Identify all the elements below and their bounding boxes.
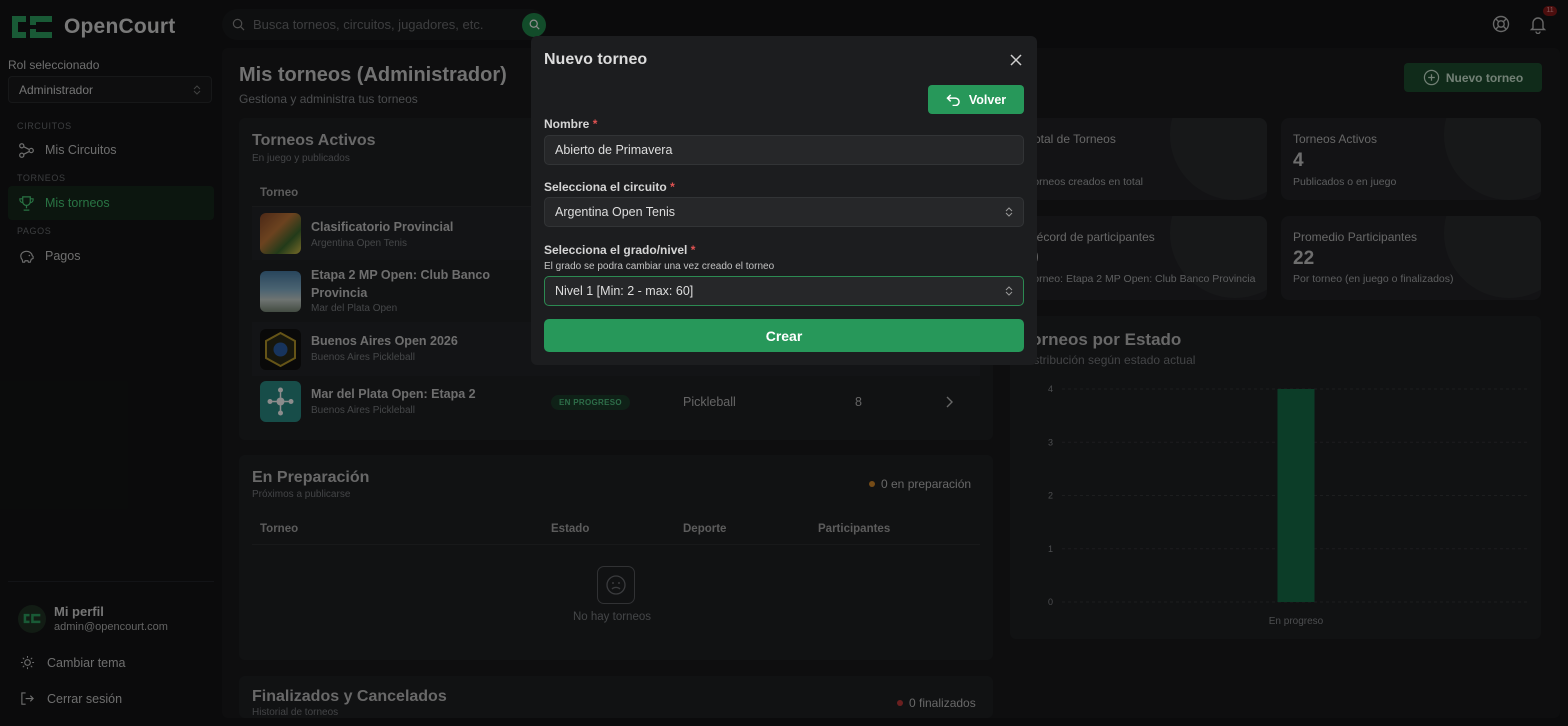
name-label-text: Nombre [544, 117, 590, 131]
grade-label-text: Selecciona el grado/nivel [544, 243, 688, 257]
undo-arrow-icon [946, 94, 960, 106]
grade-field-label: Selecciona el grado/nivel * [544, 243, 695, 257]
grade-select[interactable]: Nivel 1 [Min: 2 - max: 60] [544, 276, 1024, 306]
modal-title: Nuevo torneo [544, 51, 648, 68]
required-mark: * [670, 180, 675, 194]
chevron-up-down-icon [1005, 207, 1013, 217]
required-mark: * [592, 117, 598, 131]
back-button-label: Volver [968, 92, 1007, 107]
circuit-select-value: Argentina Open Tenis [555, 205, 675, 219]
grade-hint: El grado se podra cambiar una vez creado… [544, 261, 775, 272]
name-field-label: Nombre * [544, 117, 597, 131]
name-input-value: Abierto de Primavera [555, 143, 673, 157]
circuit-select[interactable]: Argentina Open Tenis [544, 197, 1024, 227]
back-button[interactable]: Volver [928, 85, 1024, 114]
circuit-label-text: Selecciona el circuito [544, 180, 667, 194]
chevron-up-down-icon [1005, 286, 1013, 296]
circuit-field-label: Selecciona el circuito * [544, 180, 675, 194]
grade-select-value: Nivel 1 [Min: 2 - max: 60] [555, 284, 694, 298]
create-button[interactable]: Crear [544, 319, 1024, 352]
required-mark: * [690, 243, 696, 257]
close-icon[interactable] [1009, 53, 1023, 67]
name-input[interactable]: Abierto de Primavera [544, 135, 1024, 165]
